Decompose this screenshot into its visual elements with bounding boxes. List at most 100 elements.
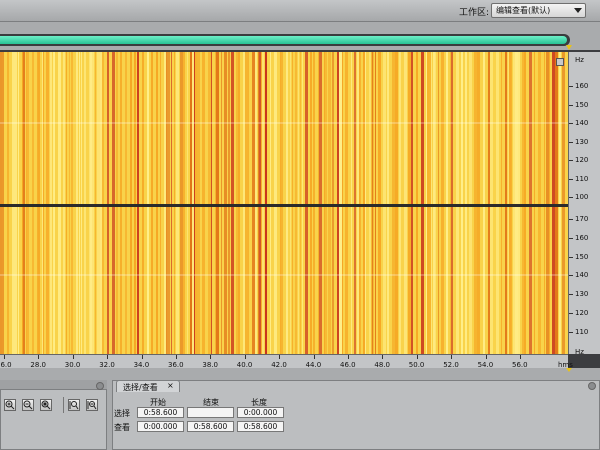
- chevron-down-icon: [574, 8, 582, 13]
- frequency-tick-label: 150: [575, 100, 589, 109]
- time-tick-label: 30.0: [64, 361, 81, 369]
- time-tick: [348, 355, 349, 359]
- workspace-select-value: 编辑查看(默认): [496, 6, 551, 15]
- spectral-stripe: [176, 52, 179, 354]
- time-tick-label: 32.0: [99, 361, 115, 369]
- spectral-stripe: [32, 52, 34, 354]
- zoom-out-amplitude-icon[interactable]: [22, 399, 34, 411]
- spectral-stripe: [43, 52, 44, 354]
- selection-start-field[interactable]: 0:58.600: [137, 407, 184, 418]
- close-icon[interactable]: ×: [167, 381, 174, 390]
- frequency-tick-label: 120: [575, 156, 589, 164]
- spectral-stripe: [544, 52, 545, 354]
- spectral-stripe: [456, 52, 459, 354]
- frequency-tick: [569, 256, 573, 258]
- spectral-stripe: [90, 52, 92, 354]
- spectral-stripe: [359, 52, 360, 354]
- view-start-field[interactable]: 0:00.000: [137, 421, 184, 432]
- spectral-stripe: [538, 52, 541, 354]
- spectral-stripe: [174, 52, 175, 354]
- spectral-stripe: [116, 52, 117, 354]
- spectral-stripe: [215, 52, 216, 354]
- spectral-stripe: [46, 52, 49, 354]
- spectral-stripe: [332, 52, 334, 354]
- spectral-stripe: [431, 52, 432, 354]
- spectral-stripe: [383, 52, 386, 354]
- spectral-stripe: [142, 52, 144, 354]
- spectral-stripe: [433, 52, 435, 354]
- workspace-select[interactable]: 编辑查看(默认): [491, 3, 586, 18]
- spectral-stripe: [274, 52, 277, 354]
- frequency-tick-label: 160: [575, 233, 589, 242]
- spectral-stripe: [411, 52, 413, 354]
- spectral-stripe: [236, 52, 238, 354]
- overview-zoom-bar[interactable]: [0, 36, 567, 44]
- view-length-field[interactable]: 0:58.600: [237, 421, 284, 432]
- time-tick: [141, 355, 143, 359]
- spectral-stripe: [238, 52, 240, 354]
- spectral-stripe: [243, 52, 245, 354]
- spectral-stripe: [18, 52, 19, 354]
- spectral-stripe: [147, 52, 149, 354]
- zoom-in-time-icon[interactable]: [68, 399, 80, 411]
- spectral-stripe: [371, 52, 372, 354]
- selection-end-field[interactable]: [187, 407, 234, 418]
- time-tick-label: 42.0: [271, 361, 287, 369]
- zoom-in-amplitude-icon[interactable]: [4, 399, 16, 411]
- frequency-tick-label: 170: [575, 215, 589, 223]
- frequency-tick: [569, 219, 573, 220]
- zoom-separator: [63, 397, 64, 413]
- spectral-stripe: [302, 52, 303, 354]
- frequency-tick-label: 120: [575, 309, 589, 317]
- zoom-out-time-icon[interactable]: [86, 399, 98, 411]
- time-tick: [451, 355, 453, 359]
- spectral-stripe: [190, 52, 192, 354]
- spectral-stripe: [92, 52, 94, 354]
- view-end-field[interactable]: 0:58.600: [187, 421, 234, 432]
- spectral-stripe: [245, 52, 248, 354]
- time-tick: [210, 355, 212, 359]
- spectral-stripe: [261, 52, 262, 354]
- spectral-stripe: [53, 52, 54, 354]
- time-tick: [4, 355, 5, 359]
- spectral-stripe: [192, 52, 194, 354]
- spectral-stripe: [7, 52, 9, 354]
- time-tick: [520, 355, 521, 359]
- spectral-stripe: [484, 52, 485, 354]
- spectral-stripe: [490, 52, 493, 354]
- selection-length-field[interactable]: 0:00.000: [237, 407, 284, 418]
- zoom-panel-menu-icon[interactable]: [96, 382, 104, 390]
- spectral-stripe: [0, 52, 2, 354]
- zoom-to-selection-icon[interactable]: [40, 399, 52, 411]
- spectral-stripe: [450, 52, 451, 354]
- display-corner-button[interactable]: [556, 58, 564, 66]
- channel-divider: [0, 204, 568, 207]
- spectral-stripe: [546, 52, 549, 354]
- frequency-tick: [569, 313, 573, 314]
- frequency-tick: [569, 331, 573, 333]
- time-tick: [244, 355, 246, 359]
- spectral-stripe: [387, 52, 389, 354]
- frequency-tick: [569, 294, 573, 296]
- spectral-stripe: [342, 52, 343, 354]
- row-label-view: 查看: [114, 423, 130, 432]
- spectral-stripe: [69, 52, 70, 354]
- time-tick-label: 28.0: [30, 361, 46, 369]
- spectral-stripe: [324, 52, 325, 354]
- spectral-stripe: [130, 52, 132, 354]
- spectral-stripe: [339, 52, 342, 354]
- spectral-stripe: [286, 52, 288, 354]
- spectral-stripe: [300, 52, 301, 354]
- spectral-stripe: [89, 52, 90, 354]
- spectral-stripe: [112, 52, 115, 354]
- spectral-stripe: [167, 52, 170, 354]
- band-highlight-lower-band: [0, 274, 568, 276]
- spectral-stripe: [404, 52, 407, 354]
- spectral-frequency-display[interactable]: [0, 52, 568, 354]
- spectral-stripe: [281, 52, 283, 354]
- time-tick-label: 44.0: [305, 361, 322, 369]
- spectral-stripe: [345, 52, 348, 354]
- spectral-stripe: [369, 52, 371, 354]
- selection-panel-menu-icon[interactable]: [588, 382, 596, 390]
- time-tick: [107, 355, 109, 359]
